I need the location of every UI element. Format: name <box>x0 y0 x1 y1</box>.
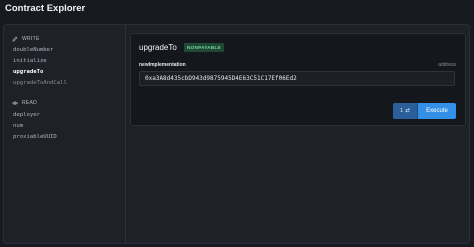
sidebar-item-deployer[interactable]: deployer <box>13 112 40 118</box>
app-title: Contract Explorer <box>5 3 86 14</box>
sidebar-item-num[interactable]: num <box>13 123 23 129</box>
method-sidebar: WRITE doubleNumber initialize upgradeTo … <box>4 25 126 243</box>
param-label: newImplementation <box>139 62 186 68</box>
sidebar-item-upgradeToAndCall[interactable]: upgradeToAndCall <box>13 80 67 86</box>
sidebar-item-proxiableUUID[interactable]: proxiableUUID <box>13 134 57 140</box>
call-count-label: 1 <box>400 108 404 114</box>
sidebar-item-initialize[interactable]: initialize <box>13 58 47 64</box>
write-section-heading: WRITE <box>12 34 40 44</box>
write-heading-label: WRITE <box>22 36 40 42</box>
mutability-badge: NONPAYABLE <box>184 43 224 52</box>
call-count-button[interactable]: 1 ⇄ <box>393 103 418 119</box>
execute-button[interactable]: Execute <box>418 103 456 119</box>
param-type: address <box>438 62 456 68</box>
function-name: upgradeTo <box>139 43 177 52</box>
sidebar-item-upgradeTo[interactable]: upgradeTo <box>13 69 43 75</box>
explorer-panel: WRITE doubleNumber initialize upgradeTo … <box>3 24 470 244</box>
sidebar-item-doubleNumber[interactable]: doubleNumber <box>13 47 53 53</box>
read-heading-label: READ <box>22 100 38 106</box>
swap-icon: ⇄ <box>405 108 410 114</box>
read-section-heading: READ <box>12 98 37 108</box>
new-implementation-input[interactable] <box>139 71 455 86</box>
action-button-group: 1 ⇄ Execute <box>393 103 456 119</box>
eye-icon <box>12 101 18 105</box>
pencil-icon <box>12 36 18 42</box>
function-card: upgradeTo NONPAYABLE newImplementation a… <box>130 33 466 126</box>
